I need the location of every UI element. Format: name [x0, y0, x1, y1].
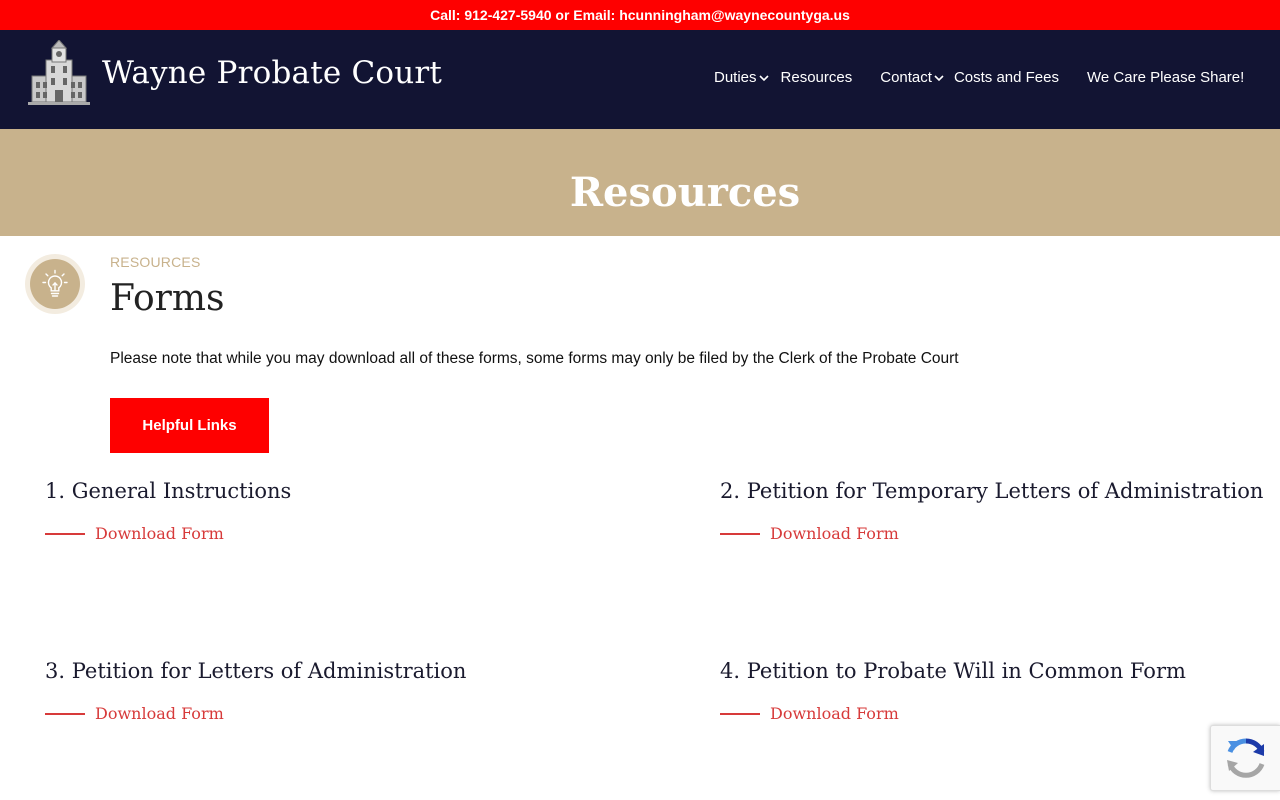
download-row: Download Form [45, 524, 291, 543]
site-logo[interactable]: Wayne Probate Court [26, 40, 442, 106]
courthouse-logo-icon [28, 40, 90, 105]
nav-item-costs-and-fees[interactable]: Costs and Fees [954, 69, 1059, 86]
form-item: 1. General Instructions Download Form [45, 479, 291, 543]
download-row: Download Form [720, 704, 1186, 723]
form-title: 1. General Instructions [45, 479, 292, 503]
section-eyebrow: RESOURCES [110, 254, 201, 270]
download-line-decoration [45, 712, 85, 715]
main-nav: Duties Resources Contact Costs and Fees … [714, 69, 1244, 86]
helpful-links-button[interactable]: Helpful Links [110, 398, 269, 453]
nav-item-label: We Care Please Share! [1087, 69, 1245, 86]
nav-item-contact[interactable]: Contact [880, 69, 944, 86]
download-form-link[interactable]: Download Form [770, 524, 899, 543]
form-title: 3. Petition for Letters of Administratio… [45, 659, 467, 683]
recaptcha-badge[interactable] [1210, 725, 1280, 791]
chevron-down-icon [934, 74, 944, 81]
form-item: 4. Petition to Probate Will in Common Fo… [720, 659, 1186, 723]
top-contact-bar: Call: 912-427-5940 or Email: hcunningham… [0, 0, 1280, 30]
download-form-link[interactable]: Download Form [95, 524, 224, 543]
site-header: Wayne Probate Court Duties Resources Con… [0, 30, 1280, 129]
download-form-link[interactable]: Download Form [95, 704, 224, 723]
form-item: 2. Petition for Temporary Letters of Adm… [720, 479, 1263, 543]
nav-item-label: Resources [780, 69, 853, 86]
nav-item-label: Contact [880, 69, 932, 86]
download-row: Download Form [45, 704, 466, 723]
section-badge [25, 254, 85, 314]
nav-item-label: Costs and Fees [953, 69, 1059, 86]
form-title: 2. Petition for Temporary Letters of Adm… [720, 479, 1264, 503]
download-line-decoration [720, 532, 760, 535]
download-row: Download Form [720, 524, 1263, 543]
nav-item-duties[interactable]: Duties [714, 69, 769, 86]
form-item: 3. Petition for Letters of Administratio… [45, 659, 466, 723]
lightbulb-icon [42, 269, 68, 297]
nav-item-we-care[interactable]: We Care Please Share! [1087, 69, 1244, 86]
download-line-decoration [720, 712, 760, 715]
forms-note: Please note that while you may download … [110, 350, 959, 367]
section-title: Forms [110, 278, 225, 319]
download-form-link[interactable]: Download Form [770, 704, 899, 723]
page-title: Resources [569, 169, 801, 216]
site-title: Wayne Probate Court [102, 55, 443, 91]
contact-text: Call: 912-427-5940 or Email: hcunningham… [430, 7, 850, 23]
form-title: 4. Petition to Probate Will in Common Fo… [720, 659, 1186, 683]
page-hero: Resources [0, 129, 1280, 236]
download-line-decoration [45, 532, 85, 535]
recaptcha-icon [1226, 738, 1264, 778]
nav-item-label: Duties [714, 69, 757, 86]
nav-item-resources[interactable]: Resources [781, 69, 853, 86]
chevron-down-icon [758, 74, 769, 81]
section-badge-inner [30, 259, 80, 309]
